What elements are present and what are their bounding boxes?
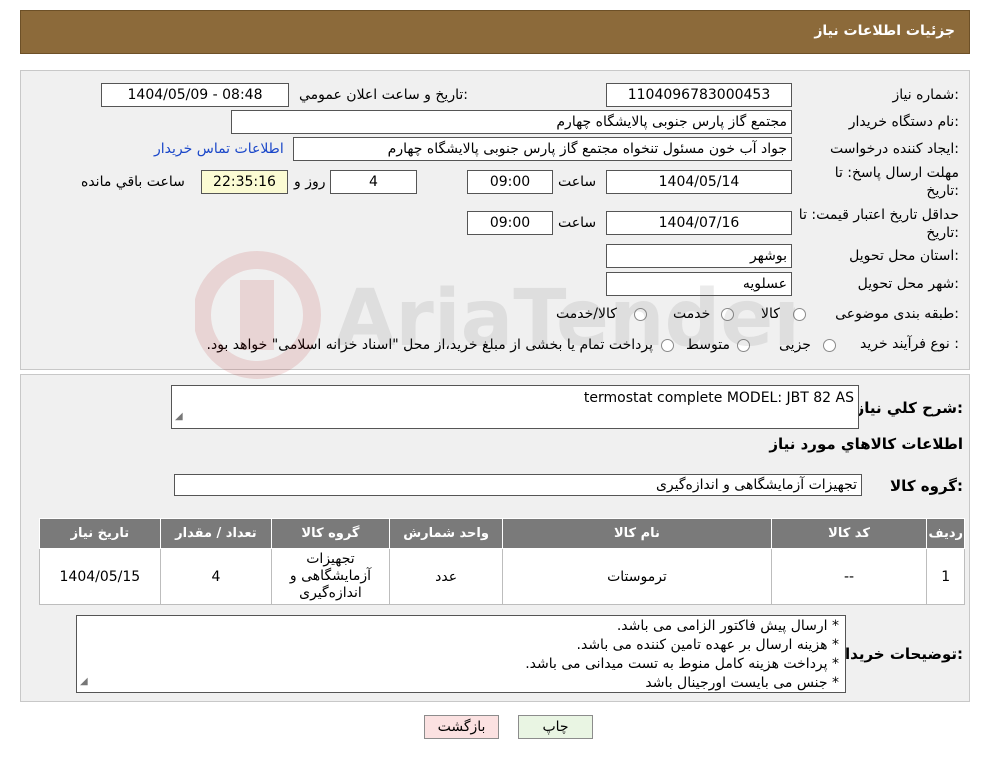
category-radio-goods-service[interactable] xyxy=(634,308,647,321)
days-label: روز و xyxy=(294,174,326,190)
buyer-org-field: مجتمع گاز پارس جنوبی پالایشگاه چهارم xyxy=(231,110,792,134)
purchase-radio-medium[interactable] xyxy=(737,339,750,352)
requester-field: جواد آب خون مسئول تنخواه مجتمع گاز پارس … xyxy=(293,137,792,161)
validity-date-field: 1404/07/16 xyxy=(606,211,792,235)
deadline-label: مهلت ارسال پاسخ: تا xyxy=(834,165,959,181)
cell-row: 1 xyxy=(926,548,965,605)
validity-label: حداقل تاریخ اعتبار قیمت: تا xyxy=(798,207,959,223)
cell-unit: عدد xyxy=(388,548,504,605)
cell-name: ترموستات xyxy=(502,548,772,605)
items-table-header: ردیف کد کالا نام کالا واحد شمارش گروه کا… xyxy=(39,518,965,549)
purchase-radio-minor[interactable] xyxy=(823,339,836,352)
province-label: استان محل تحویل: xyxy=(849,248,959,264)
cell-qty: 4 xyxy=(159,548,273,605)
description-textarea[interactable]: termostat complete MODEL: JBT 82 AS ◢ xyxy=(171,385,859,429)
table-row: 1 -- ترموستات عدد تجهیزات آزمایشگاهی و ا… xyxy=(39,548,965,605)
goods-group-field: تجهیزات آزمایشگاهی و اندازه‌گیری xyxy=(174,474,862,496)
items-panel: شرح كلي نياز: termostat complete MODEL: … xyxy=(20,374,970,702)
purchase-type-label: نوع فرآیند خرید : xyxy=(860,336,959,352)
col-date: تاریخ نیاز xyxy=(39,518,161,549)
col-group: گروه کالا xyxy=(271,518,390,549)
deadline-label-2: تاریخ: xyxy=(926,183,959,199)
purchase-option-medium: متوسط xyxy=(686,337,730,353)
deadline-date-field: 1404/05/14 xyxy=(606,170,792,194)
announce-date-field: 1404/05/09 - 08:48 xyxy=(101,83,289,107)
items-table: ردیف کد کالا نام کالا واحد شمارش گروه کا… xyxy=(39,518,965,605)
note-line: * پرداخت هزینه کامل منوط به تست میدانی م… xyxy=(525,656,839,672)
remaining-time-field: 22:35:16 xyxy=(201,170,288,194)
cell-group: تجهیزات آزمایشگاهی و اندازه‌گیری xyxy=(271,548,390,605)
buyer-org-label: نام دستگاه خریدار: xyxy=(848,114,959,130)
page-header: جزئیات اطلاعات نیاز xyxy=(20,10,970,54)
city-field: عسلویه xyxy=(606,272,792,296)
validity-time-label: ساعت xyxy=(558,215,597,231)
validity-label-2: تاریخ: xyxy=(926,225,959,241)
col-name: نام کالا xyxy=(502,518,772,549)
category-label: طبقه بندی موضوعی: xyxy=(835,306,959,322)
cell-code: -- xyxy=(770,548,928,605)
need-number-field: 1104096783000453 xyxy=(606,83,792,107)
col-code: کد کالا xyxy=(770,518,928,549)
deadline-time-field: 09:00 xyxy=(467,170,553,194)
need-details-panel: شماره نیاز: 1104096783000453 تاریخ و ساع… xyxy=(20,70,970,370)
description-label: شرح كلي نياز: xyxy=(855,399,963,417)
validity-time-field: 09:00 xyxy=(467,211,553,235)
goods-group-label: گروه کالا: xyxy=(890,477,963,495)
category-option-goods: کالا xyxy=(761,306,780,322)
province-field: بوشهر xyxy=(606,244,792,268)
items-heading: اطلاعات كالاهاي مورد نياز xyxy=(769,435,963,453)
note-line: * جنس می بایست اورجینال باشد xyxy=(645,675,839,691)
note-line: * هزینه ارسال بر عهده تامین کننده می باش… xyxy=(576,637,839,653)
remaining-time-label: ساعت باقي مانده xyxy=(81,174,185,190)
resize-grip-icon[interactable]: ◢ xyxy=(80,672,88,691)
note-line: * ارسال پیش فاکتور الزامی می باشد. xyxy=(616,618,839,634)
description-text: termostat complete MODEL: JBT 82 AS xyxy=(583,390,854,406)
resize-grip-icon[interactable]: ◢ xyxy=(175,407,183,427)
back-button[interactable]: بازگشت xyxy=(424,715,499,739)
buyer-notes-textarea[interactable]: * ارسال پیش فاکتور الزامی می باشد. * هزی… xyxy=(76,615,846,693)
days-remaining-field: 4 xyxy=(330,170,417,194)
col-row: ردیف xyxy=(926,518,965,549)
deadline-time-label: ساعت xyxy=(558,174,597,190)
requester-label: ایجاد کننده درخواست: xyxy=(830,141,959,157)
need-number-label: شماره نیاز: xyxy=(892,87,959,103)
purchase-option-minor: جزیی xyxy=(779,337,811,353)
city-label: شهر محل تحویل: xyxy=(857,276,959,292)
category-option-service: خدمت xyxy=(673,306,711,322)
col-qty: تعداد / مقدار xyxy=(159,518,273,549)
cell-date: 1404/05/15 xyxy=(39,548,161,605)
buyer-notes-label: توضیحات خریدار: xyxy=(836,645,963,663)
page-title: جزئیات اطلاعات نیاز xyxy=(814,23,955,39)
category-radio-service[interactable] xyxy=(721,308,734,321)
purchase-note: پرداخت تمام یا بخشی از مبلغ خرید،از محل … xyxy=(206,337,653,353)
category-radio-goods[interactable] xyxy=(793,308,806,321)
announce-date-label: تاریخ و ساعت اعلان عمومي: xyxy=(299,87,468,103)
print-button[interactable]: چاپ xyxy=(518,715,593,739)
col-unit: واحد شمارش xyxy=(388,518,504,549)
category-option-goods-service: کالا/خدمت xyxy=(556,306,617,322)
buyer-contact-link[interactable]: اطلاعات تماس خریدار xyxy=(154,141,284,157)
purchase-checkbox-treasury[interactable] xyxy=(661,339,674,352)
